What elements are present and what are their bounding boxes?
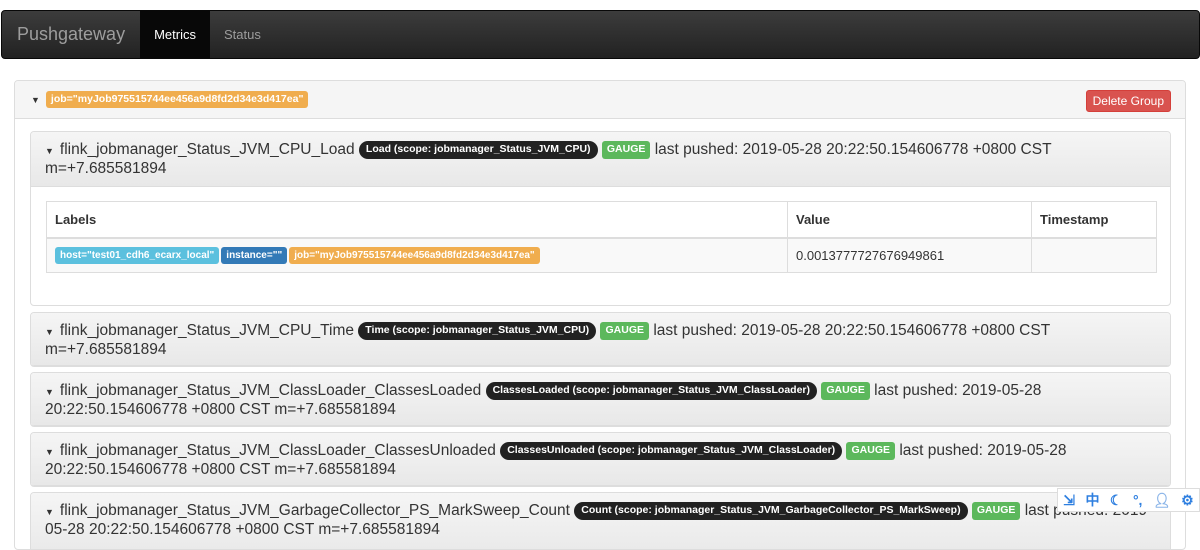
- punctuation-icon[interactable]: °,: [1133, 492, 1143, 508]
- caret-down-icon[interactable]: ▼: [45, 327, 54, 337]
- metric-panel[interactable]: ▼ flink_jobmanager_Status_JVM_ClassLoader…: [30, 372, 1171, 427]
- type-badge: GAUGE: [846, 442, 895, 460]
- help-badge: Time (scope: jobmanager_Status_JVM_CPU): [358, 322, 597, 340]
- chinese-mode-icon[interactable]: 中: [1085, 490, 1099, 510]
- col-value: Value: [787, 201, 1032, 239]
- nav-metrics[interactable]: Metrics: [140, 11, 210, 58]
- label-instance: instance="": [221, 247, 288, 265]
- caret-down-icon[interactable]: ▼: [31, 95, 40, 105]
- metric-name: flink_jobmanager_Status_JVM_ClassLoader_…: [59, 382, 482, 399]
- nav-status[interactable]: Status: [210, 11, 275, 58]
- metric-name: flink_jobmanager_Status_JVM_ClassLoader_…: [59, 442, 496, 459]
- metric-name: flink_jobmanager_Status_JVM_GarbageColle…: [59, 502, 570, 519]
- label-job: job="myJob975515744ee456a9d8fd2d34e3d417…: [289, 247, 540, 265]
- metric-panel[interactable]: ▼ flink_jobmanager_Status_JVM_GarbageColl…: [30, 492, 1171, 549]
- ime-toolbar: ⇲ 中 ☾ °, 👤︎ ⚙: [1057, 488, 1200, 512]
- caret-down-icon[interactable]: ▼: [45, 507, 54, 517]
- col-labels: Labels: [46, 201, 788, 239]
- type-badge: GAUGE: [821, 382, 870, 400]
- type-badge: GAUGE: [971, 502, 1021, 520]
- metric-heading[interactable]: ▼ flink_jobmanager_Status_JVM_CPU_Load Lo…: [31, 132, 1170, 187]
- job-label: job="myJob975515744ee456a9d8fd2d34e3d417…: [45, 90, 309, 109]
- brand[interactable]: Pushgateway: [2, 11, 140, 58]
- help-badge: ClassesLoaded (scope: jobmanager_Status_…: [485, 382, 818, 400]
- metric-panel[interactable]: ▼ flink_jobmanager_Status_JVM_CPU_Time Ti…: [30, 312, 1171, 367]
- caret-down-icon[interactable]: ▼: [45, 447, 54, 457]
- metric-panel: ▼ flink_jobmanager_Status_JVM_CPU_Load Lo…: [30, 131, 1171, 306]
- caret-down-icon[interactable]: ▼: [45, 387, 54, 397]
- metric-table: Labels Value Timestamp host="test01_cdh6_e…: [46, 201, 1157, 273]
- expand-icon[interactable]: ⇲: [1063, 492, 1075, 509]
- help-badge: ClassesUnloaded (scope: jobmanager_Statu…: [500, 442, 843, 460]
- metric-name: flink_jobmanager_Status_JVM_CPU_Load: [59, 141, 355, 158]
- delete-group-button[interactable]: Delete Group: [1085, 90, 1171, 112]
- moon-icon[interactable]: ☾: [1110, 492, 1123, 509]
- table-row: host="test01_cdh6_ecarx_local" instance="…: [46, 237, 1157, 273]
- gear-icon[interactable]: ⚙: [1181, 492, 1194, 509]
- help-badge: Count (scope: jobmanager_Status_JVM_Garb…: [574, 502, 968, 520]
- help-badge: Load (scope: jobmanager_Status_JVM_CPU): [358, 141, 598, 159]
- col-timestamp: Timestamp: [1031, 201, 1157, 239]
- label-host: host="test01_cdh6_ecarx_local": [55, 247, 220, 265]
- metric-panel[interactable]: ▼ flink_jobmanager_Status_JVM_ClassLoader…: [30, 432, 1171, 487]
- value-cell: 0.0013777727676949861: [787, 237, 1032, 273]
- job-group-panel: ▼ job="myJob975515744ee456a9d8fd2d34e3d4…: [14, 80, 1186, 550]
- type-badge: GAUGE: [601, 141, 651, 159]
- user-icon[interactable]: 👤︎: [1153, 492, 1171, 509]
- job-group-header[interactable]: ▼ job="myJob975515744ee456a9d8fd2d34e3d4…: [15, 81, 1185, 119]
- navbar: Pushgateway Metrics Status: [1, 10, 1200, 59]
- caret-down-icon[interactable]: ▼: [45, 146, 54, 156]
- type-badge: GAUGE: [600, 322, 649, 340]
- timestamp-cell: [1031, 237, 1157, 273]
- metric-name: flink_jobmanager_Status_JVM_CPU_Time: [59, 322, 354, 339]
